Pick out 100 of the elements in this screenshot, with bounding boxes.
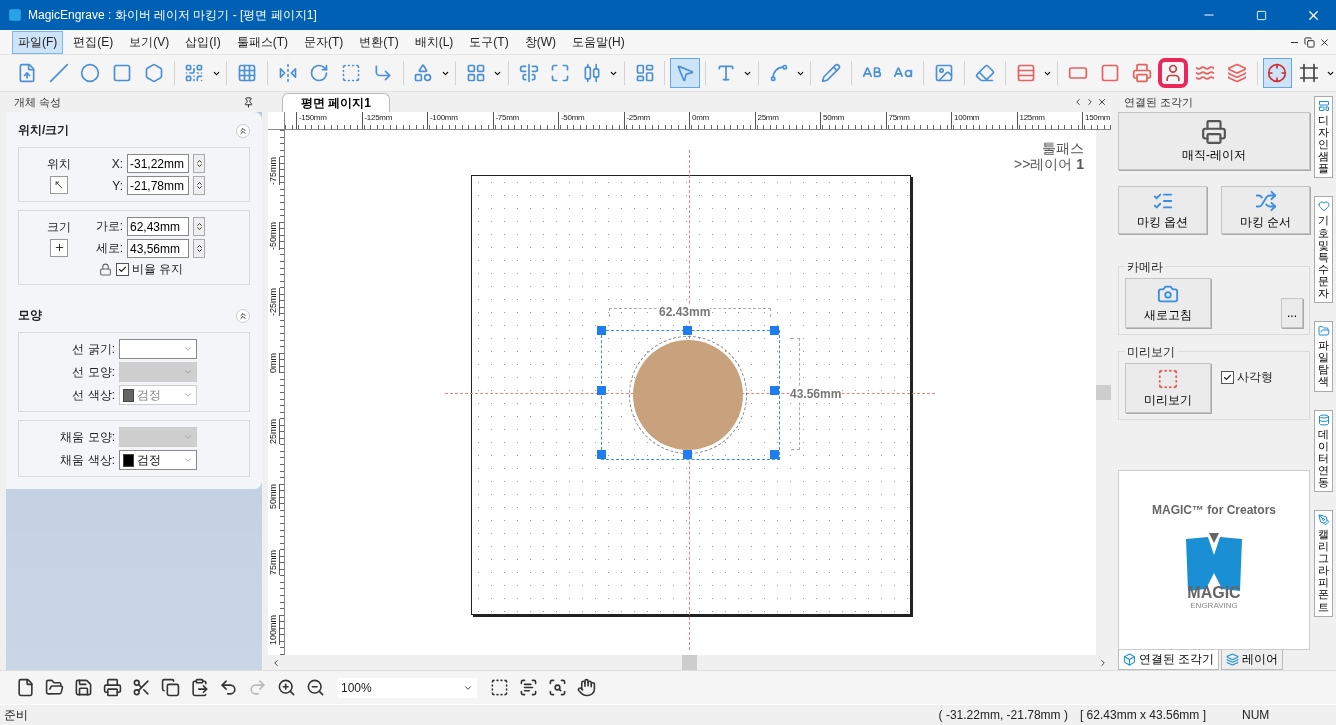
spin-button[interactable] xyxy=(193,154,205,173)
restore-icon[interactable] xyxy=(1304,36,1315,48)
num-lock-indicator: NUM xyxy=(1241,708,1271,722)
lock-icon xyxy=(99,263,112,276)
chevron-left-icon[interactable] xyxy=(1073,97,1083,107)
menu-item[interactable]: 파일(F) xyxy=(12,30,64,54)
field-label: 채움 모양: xyxy=(59,428,115,446)
dropdown-field[interactable]: 검정 xyxy=(119,450,197,470)
height-field[interactable]: 43,56mm xyxy=(127,239,189,258)
group-title: 카메라 xyxy=(1125,259,1165,276)
circle-icon xyxy=(80,63,101,83)
group-title: 미리보기 xyxy=(1125,344,1177,361)
panel-tab[interactable]: 연결된 조각기 xyxy=(1118,650,1220,670)
zoom-area-icon xyxy=(489,678,509,697)
tool-button[interactable] xyxy=(1158,58,1189,88)
resize-handle[interactable] xyxy=(597,326,606,335)
app-logo-icon xyxy=(8,8,22,22)
folder-icon xyxy=(44,678,64,697)
ruler-label: 50mm xyxy=(268,484,280,509)
section-title: 위치/크기 xyxy=(18,122,70,139)
menu-item[interactable]: 도움말(H) xyxy=(565,30,631,54)
marking-button[interactable]: 마킹 옵션 xyxy=(1118,186,1207,234)
preview-button[interactable]: 미리보기 xyxy=(1125,363,1211,413)
ruler-label: 100mm xyxy=(268,615,280,645)
dropdown-field[interactable] xyxy=(119,339,197,359)
width-field[interactable]: 62,43mm xyxy=(127,217,189,236)
menu-item[interactable]: 삽입(I) xyxy=(179,30,227,54)
preview-icon xyxy=(1157,367,1179,390)
hand-icon xyxy=(576,678,596,697)
resize-handle[interactable] xyxy=(683,326,692,335)
up-down-icon xyxy=(194,181,204,190)
ruler-label: -50mm xyxy=(268,222,280,250)
tool-button[interactable] xyxy=(1262,58,1293,88)
layout-grid-icon xyxy=(466,63,486,83)
pin-icon[interactable] xyxy=(243,96,254,108)
spin-button[interactable] xyxy=(193,239,205,258)
zoom-fit-icon xyxy=(547,678,567,697)
maximize-icon xyxy=(550,63,571,83)
line-icon xyxy=(48,63,69,83)
spin-button[interactable] xyxy=(193,176,205,195)
scroll-thumb[interactable] xyxy=(1096,385,1111,400)
square-icon xyxy=(111,63,132,83)
side-tab[interactable]: 디자인 샘플 xyxy=(1314,96,1333,179)
checkbox[interactable] xyxy=(116,263,129,276)
marking-button[interactable]: 마킹 순서 xyxy=(1221,186,1310,234)
menu-item[interactable]: 변환(T) xyxy=(353,30,405,54)
menu-item[interactable]: 편집(E) xyxy=(67,30,120,54)
menu-item[interactable]: 배치(L) xyxy=(408,30,460,54)
ruler-label: -100mm xyxy=(427,112,458,129)
ruler-label: 0mm xyxy=(689,112,709,129)
resize-handle[interactable] xyxy=(597,386,606,395)
resize-handle[interactable] xyxy=(597,450,606,459)
menu-item[interactable]: 툴패스(T) xyxy=(230,30,294,54)
layer-label: >>레이어 1 xyxy=(1013,156,1084,172)
resize-handle[interactable] xyxy=(770,386,779,395)
chevron-down-icon xyxy=(183,432,193,442)
side-tab[interactable]: 데이터 연동 xyxy=(1314,409,1333,492)
collapse-button[interactable] xyxy=(236,308,250,323)
menu-item[interactable]: 문자(T) xyxy=(298,30,350,54)
menu-item[interactable]: 보기(V) xyxy=(123,30,176,54)
field-label: 크기 xyxy=(47,218,71,236)
side-tab[interactable]: 파일 탐색 xyxy=(1314,321,1333,392)
cross-icon xyxy=(50,238,68,257)
side-tab[interactable]: 기호 및 특수문자 xyxy=(1314,196,1333,304)
spin-button[interactable] xyxy=(193,217,205,236)
resize-handle[interactable] xyxy=(683,450,692,459)
close-icon[interactable] xyxy=(1097,97,1107,107)
menu-item[interactable]: 창(W) xyxy=(518,30,562,54)
checkbox[interactable] xyxy=(1221,371,1234,384)
tool-button[interactable] xyxy=(670,58,701,88)
close-icon[interactable] xyxy=(1319,36,1330,48)
redo-icon xyxy=(247,678,267,697)
toolpath-label: 툴패스 xyxy=(1041,140,1084,156)
symbols-icon xyxy=(1317,200,1330,213)
chevron-right-icon[interactable] xyxy=(1085,97,1095,107)
checkbox-label: 사각형 xyxy=(1237,369,1273,386)
resize-handle[interactable] xyxy=(770,450,779,459)
chevron-down-icon xyxy=(183,367,193,377)
x-field[interactable]: -31,22mm xyxy=(127,154,189,173)
ruler-label: -25mm xyxy=(623,112,650,129)
zoom-field[interactable]: 100% xyxy=(337,677,477,698)
panel-tab[interactable]: 레이어 xyxy=(1221,650,1284,670)
collapse-button[interactable] xyxy=(236,123,250,138)
side-tab[interactable]: 캘리그라피 폰트 xyxy=(1314,509,1333,617)
field-label: Y: xyxy=(111,178,123,193)
more-button[interactable]: ... xyxy=(1281,298,1303,328)
fonts-icon xyxy=(1317,513,1330,526)
menu-item[interactable]: 도구(T) xyxy=(463,30,515,54)
field-label: 위치 xyxy=(47,155,71,173)
resize-handle[interactable] xyxy=(770,326,779,335)
ruler-label: 50mm xyxy=(820,112,845,129)
curve-icon xyxy=(768,63,789,83)
document-tab[interactable]: 평면 페이지1 xyxy=(282,93,390,112)
section-title: 모양 xyxy=(18,307,42,324)
refresh-button[interactable]: 새로고침 xyxy=(1125,278,1211,328)
machine-button[interactable]: 매직-레이저 xyxy=(1118,112,1310,170)
pointer-icon xyxy=(675,63,696,83)
ruler-label: 25mm xyxy=(754,112,779,129)
y-field[interactable]: -21,78mm xyxy=(127,176,189,195)
scroll-thumb[interactable] xyxy=(682,655,697,670)
